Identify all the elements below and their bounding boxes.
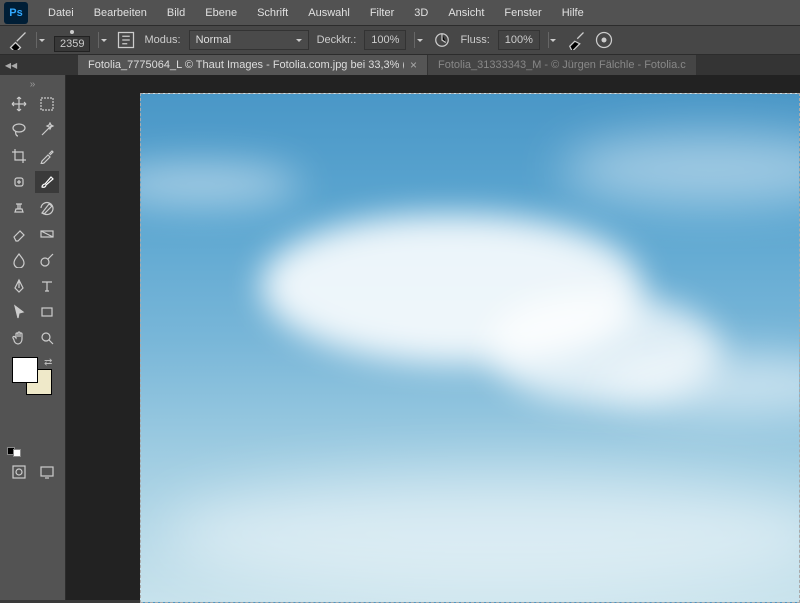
flow-dropdown[interactable]	[548, 32, 558, 48]
app-icon: Ps	[4, 2, 28, 24]
flow-value[interactable]: 100%	[498, 30, 540, 50]
mode-select[interactable]: Normal	[189, 30, 309, 50]
menu-schrift[interactable]: Schrift	[247, 3, 298, 23]
magic-wand-tool[interactable]	[35, 119, 59, 141]
menu-bild[interactable]: Bild	[157, 3, 195, 23]
menu-fenster[interactable]: Fenster	[494, 3, 551, 23]
options-bar: 2359 Modus: Normal Deckkr.: 100% Fluss: …	[0, 25, 800, 55]
menu-ebene[interactable]: Ebene	[195, 3, 247, 23]
document-canvas[interactable]	[140, 93, 800, 603]
pen-tool[interactable]	[7, 275, 31, 297]
brush-panel-icon[interactable]	[116, 30, 136, 50]
opacity-label: Deckkr.:	[317, 34, 357, 46]
tool-panel: ⇄	[0, 75, 66, 600]
eraser-tool[interactable]	[7, 223, 31, 245]
tab-label: Fotolia_7775064_L © Thaut Images - Fotol…	[88, 59, 404, 71]
menu-bar: Ps Datei Bearbeiten Bild Ebene Schrift A…	[0, 0, 800, 25]
lasso-tool[interactable]	[7, 119, 31, 141]
menu-bearbeiten[interactable]: Bearbeiten	[84, 3, 157, 23]
mode-value: Normal	[196, 34, 231, 46]
quickmask-tool[interactable]	[7, 461, 31, 483]
tab-label: Fotolia_31333343_M - © Jürgen Fälchle - …	[438, 59, 686, 71]
rectangle-tool[interactable]	[35, 301, 59, 323]
brush-size-value[interactable]: 2359	[54, 36, 90, 52]
tool-preset-icon[interactable]	[8, 30, 28, 50]
tabbar-collapse-icon[interactable]: ◀◀	[4, 58, 18, 72]
opacity-dropdown[interactable]	[414, 32, 424, 48]
dodge-tool[interactable]	[35, 249, 59, 271]
flow-label: Fluss:	[460, 34, 489, 46]
hand-tool[interactable]	[7, 327, 31, 349]
canvas-area[interactable]	[66, 75, 800, 600]
menu-filter[interactable]: Filter	[360, 3, 404, 23]
opacity-value[interactable]: 100%	[364, 30, 406, 50]
clone-stamp-tool[interactable]	[7, 197, 31, 219]
crop-tool[interactable]	[7, 145, 31, 167]
toolbox-collapse-icon[interactable]	[26, 79, 40, 89]
pressure-opacity-icon[interactable]	[432, 30, 452, 50]
move-tool[interactable]	[7, 93, 31, 115]
airbrush-icon[interactable]	[566, 30, 586, 50]
menu-ansicht[interactable]: Ansicht	[438, 3, 494, 23]
menu-3d[interactable]: 3D	[404, 3, 438, 23]
screenmode-tool[interactable]	[35, 461, 59, 483]
tool-preset-dropdown[interactable]	[36, 32, 46, 48]
document-tab-active[interactable]: Fotolia_7775064_L © Thaut Images - Fotol…	[78, 55, 428, 75]
menu-datei[interactable]: Datei	[38, 3, 84, 23]
blur-tool[interactable]	[7, 249, 31, 271]
swap-colors-icon[interactable]: ⇄	[44, 357, 52, 368]
history-brush-tool[interactable]	[35, 197, 59, 219]
path-selection-tool[interactable]	[7, 301, 31, 323]
pressure-size-icon[interactable]	[594, 30, 614, 50]
eyedropper-tool[interactable]	[35, 145, 59, 167]
color-swatches: ⇄	[4, 357, 61, 397]
tab-bar: ◀◀ Fotolia_7775064_L © Thaut Images - Fo…	[0, 55, 800, 75]
menu-auswahl[interactable]: Auswahl	[298, 3, 360, 23]
document-tab-inactive[interactable]: Fotolia_31333343_M - © Jürgen Fälchle - …	[428, 55, 697, 75]
type-tool[interactable]	[35, 275, 59, 297]
brush-tool[interactable]	[35, 171, 59, 193]
healing-brush-tool[interactable]	[7, 171, 31, 193]
gradient-tool[interactable]	[35, 223, 59, 245]
zoom-tool[interactable]	[35, 327, 59, 349]
mode-label: Modus:	[144, 34, 180, 46]
brush-preset-dropdown[interactable]	[98, 32, 108, 48]
marquee-tool[interactable]	[35, 93, 59, 115]
foreground-color[interactable]	[12, 357, 38, 383]
brush-tip-icon	[65, 29, 79, 35]
menu-hilfe[interactable]: Hilfe	[552, 3, 594, 23]
tab-close-icon[interactable]: ×	[410, 58, 417, 72]
